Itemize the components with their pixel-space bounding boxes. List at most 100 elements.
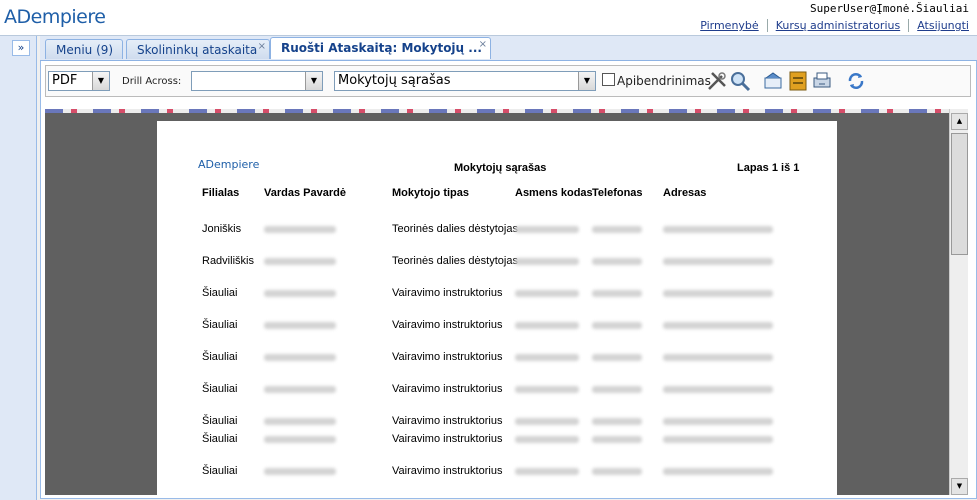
preferences-link[interactable]: Pirmenybė bbox=[692, 19, 767, 32]
redacted-cell bbox=[515, 258, 579, 265]
format-select[interactable]: PDF ▼ bbox=[48, 71, 110, 91]
close-tab-icon[interactable]: × bbox=[258, 37, 266, 57]
row-branch: Joniškis bbox=[202, 223, 242, 235]
redacted-cell bbox=[264, 386, 336, 393]
row-teacher-type: Vairavimo instruktorius bbox=[392, 415, 503, 427]
redacted-cell bbox=[663, 226, 773, 233]
redacted-cell bbox=[264, 258, 336, 265]
redacted-cell bbox=[592, 226, 642, 233]
format-value: PDF bbox=[52, 73, 78, 88]
redacted-cell bbox=[515, 418, 579, 425]
column-header: Filialas bbox=[202, 187, 240, 199]
report-page-number: Lapas 1 iš 1 bbox=[737, 162, 800, 174]
tab-debtors-report[interactable]: Skolininkų ataskaita × bbox=[126, 39, 270, 59]
redacted-cell bbox=[515, 386, 579, 393]
scroll-thumb[interactable] bbox=[951, 133, 968, 255]
redacted-cell bbox=[663, 418, 773, 425]
redacted-cell bbox=[515, 290, 579, 297]
redacted-cell bbox=[592, 468, 642, 475]
redacted-cell bbox=[592, 354, 642, 361]
redacted-cell bbox=[515, 354, 579, 361]
tab-label: Ruošti Ataskaitą: Mokytojų ... bbox=[281, 41, 482, 55]
vertical-scrollbar[interactable]: ▲ ▼ bbox=[949, 109, 968, 495]
summary-label: Apibendrinimas bbox=[617, 74, 711, 88]
summary-checkbox[interactable] bbox=[602, 73, 615, 86]
tab-menu[interactable]: Meniu (9) bbox=[45, 39, 123, 59]
row-teacher-type: Vairavimo instruktorius bbox=[392, 433, 503, 445]
header-links: Pirmenybė Kursų administratorius Atsijun… bbox=[692, 19, 969, 32]
chevron-down-icon: ▼ bbox=[578, 72, 595, 90]
row-branch: Šiauliai bbox=[202, 383, 238, 395]
column-header: Adresas bbox=[663, 187, 707, 199]
drill-across-label: Drill Across: bbox=[122, 76, 182, 87]
scroll-up-icon[interactable]: ▲ bbox=[951, 113, 968, 130]
archive-icon[interactable] bbox=[787, 70, 809, 92]
user-label: SuperUser@Įmonė.Šiauliai bbox=[810, 2, 969, 15]
column-header: Mokytojo tipas bbox=[392, 187, 470, 199]
column-header: Vardas Pavardė bbox=[264, 187, 346, 199]
export-icon[interactable] bbox=[762, 70, 784, 92]
report-select[interactable]: Mokytojų sąrašas ▼ bbox=[334, 71, 596, 91]
tab-strip: Meniu (9) Skolininkų ataskaita × Ruošti … bbox=[40, 36, 977, 61]
logo-text: ADempiere bbox=[4, 6, 106, 28]
column-header: Telefonas bbox=[592, 187, 643, 199]
chevron-down-icon: ▼ bbox=[305, 72, 322, 90]
row-teacher-type: Teorinės dalies dėstytojas bbox=[392, 223, 518, 235]
report-value: Mokytojų sąrašas bbox=[338, 73, 451, 88]
redacted-cell bbox=[515, 226, 579, 233]
customize-icon[interactable] bbox=[706, 70, 728, 92]
row-branch: Šiauliai bbox=[202, 433, 238, 445]
redacted-cell bbox=[592, 322, 642, 329]
row-teacher-type: Vairavimo instruktorius bbox=[392, 287, 503, 299]
report-viewer[interactable]: ADempiere Mokytojų sąrašas Lapas 1 iš 1 … bbox=[45, 113, 949, 495]
redacted-cell bbox=[592, 290, 642, 297]
close-tab-icon[interactable]: × bbox=[479, 35, 487, 55]
redacted-cell bbox=[264, 418, 336, 425]
redacted-cell bbox=[663, 322, 773, 329]
redacted-cell bbox=[264, 290, 336, 297]
tab-label: Meniu (9) bbox=[56, 43, 114, 57]
redacted-cell bbox=[515, 468, 579, 475]
redacted-cell bbox=[264, 354, 336, 361]
row-teacher-type: Vairavimo instruktorius bbox=[392, 351, 503, 363]
app-header: ADempiere SuperUser@Įmonė.Šiauliai Pirme… bbox=[0, 0, 977, 36]
report-logo: ADempiere bbox=[198, 158, 260, 171]
redacted-cell bbox=[663, 290, 773, 297]
drill-across-select[interactable]: ▼ bbox=[191, 71, 323, 91]
tab-label: Skolininkų ataskaita bbox=[137, 43, 258, 57]
redacted-cell bbox=[515, 322, 579, 329]
row-branch: Šiauliai bbox=[202, 319, 238, 331]
redacted-cell bbox=[592, 436, 642, 443]
row-teacher-type: Vairavimo instruktorius bbox=[392, 465, 503, 477]
redacted-cell bbox=[663, 258, 773, 265]
find-icon[interactable] bbox=[729, 70, 751, 92]
logout-link[interactable]: Atsijungti bbox=[908, 19, 969, 32]
chevron-down-icon: ▼ bbox=[92, 72, 109, 90]
report-title: Mokytojų sąrašas bbox=[454, 162, 547, 174]
redacted-cell bbox=[515, 436, 579, 443]
course-admin-link[interactable]: Kursų administratorius bbox=[766, 19, 909, 32]
redacted-cell bbox=[592, 258, 642, 265]
redacted-cell bbox=[663, 386, 773, 393]
row-branch: Radviliškis bbox=[202, 255, 254, 267]
redacted-cell bbox=[663, 468, 773, 475]
redacted-cell bbox=[592, 418, 642, 425]
app-logo: ADempiere bbox=[4, 6, 106, 28]
row-teacher-type: Vairavimo instruktorius bbox=[392, 383, 503, 395]
report-panel: PDF ▼ Drill Across: ▼ Mokytojų sąrašas ▼… bbox=[40, 61, 977, 499]
report-toolbar: PDF ▼ Drill Across: ▼ Mokytojų sąrašas ▼… bbox=[45, 65, 971, 97]
row-teacher-type: Vairavimo instruktorius bbox=[392, 319, 503, 331]
tab-prepare-report[interactable]: Ruošti Ataskaitą: Mokytojų ... × bbox=[270, 37, 491, 59]
scroll-down-icon[interactable]: ▼ bbox=[951, 478, 968, 495]
row-branch: Šiauliai bbox=[202, 351, 238, 363]
redacted-cell bbox=[264, 322, 336, 329]
redacted-cell bbox=[264, 226, 336, 233]
report-page: ADempiere Mokytojų sąrašas Lapas 1 iš 1 … bbox=[157, 121, 837, 495]
refresh-icon[interactable] bbox=[845, 70, 867, 92]
redacted-cell bbox=[663, 436, 773, 443]
left-panel: » bbox=[0, 36, 37, 500]
print-icon[interactable] bbox=[811, 70, 833, 92]
row-teacher-type: Teorinės dalies dėstytojas bbox=[392, 255, 518, 267]
expand-panel-icon[interactable]: » bbox=[12, 40, 30, 56]
redacted-cell bbox=[592, 386, 642, 393]
